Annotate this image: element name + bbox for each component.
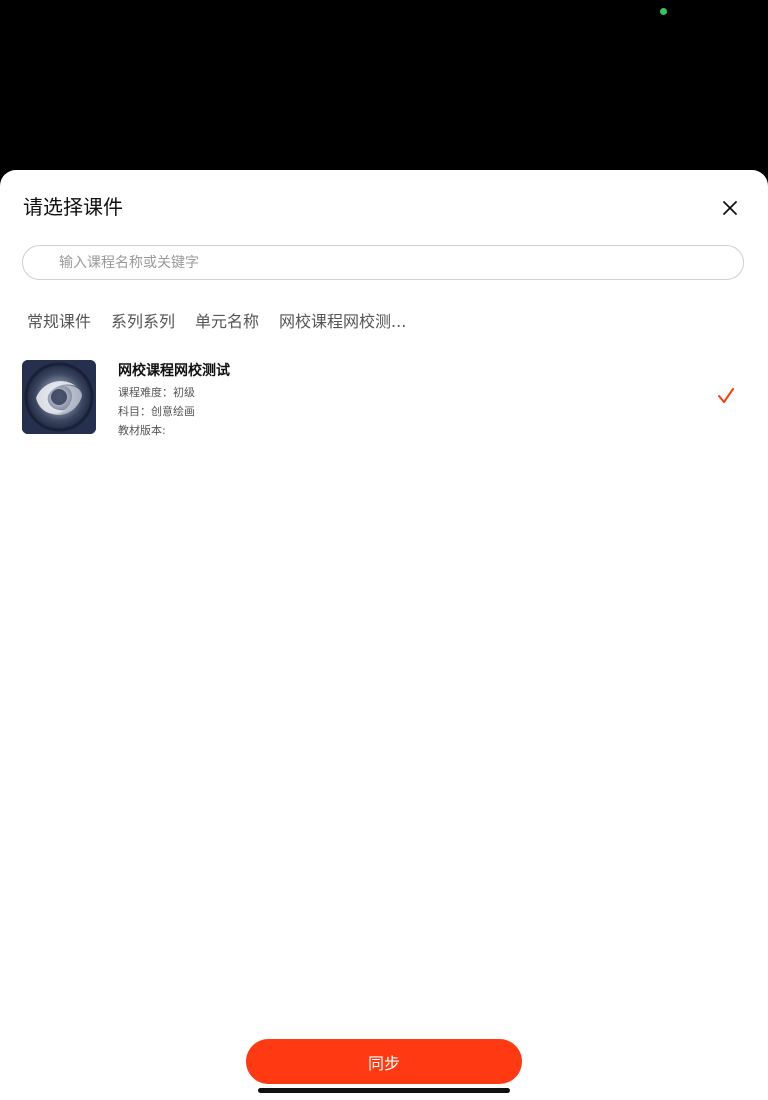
checkmark-icon [718, 388, 734, 403]
sheet-title: 请选择课件 [23, 195, 123, 219]
courseware-picker-sheet: 请选择课件 常规课件 系列系列 单元名称 网校课程网校测... [0, 170, 768, 1100]
breadcrumb-item-course[interactable]: 网校课程网校测... [279, 311, 406, 333]
search-input[interactable] [59, 246, 719, 279]
screen: 请选择课件 常规课件 系列系列 单元名称 网校课程网校测... [0, 0, 768, 1100]
camera-indicator-dot [660, 8, 667, 15]
search-bar[interactable] [22, 245, 744, 280]
home-indicator[interactable] [258, 1088, 510, 1093]
course-difficulty: 课程难度：初级 [118, 386, 195, 399]
course-title: 网校课程网校测试 [118, 363, 230, 379]
course-edition: 教材版本: [118, 424, 166, 437]
breadcrumb: 常规课件 系列系列 单元名称 网校课程网校测... [27, 311, 406, 333]
close-icon [723, 201, 737, 215]
close-button[interactable] [716, 194, 744, 222]
sync-button[interactable]: 同步 [246, 1039, 522, 1084]
breadcrumb-item-unit[interactable]: 单元名称 [195, 311, 259, 333]
breadcrumb-item-series[interactable]: 系列系列 [111, 311, 175, 333]
breadcrumb-item-regular-courseware[interactable]: 常规课件 [27, 311, 91, 333]
course-subject: 科目：创意绘画 [118, 405, 195, 418]
course-thumbnail [22, 360, 96, 434]
list-item[interactable]: 网校课程网校测试 课程难度：初级 科目：创意绘画 教材版本: [22, 360, 746, 440]
